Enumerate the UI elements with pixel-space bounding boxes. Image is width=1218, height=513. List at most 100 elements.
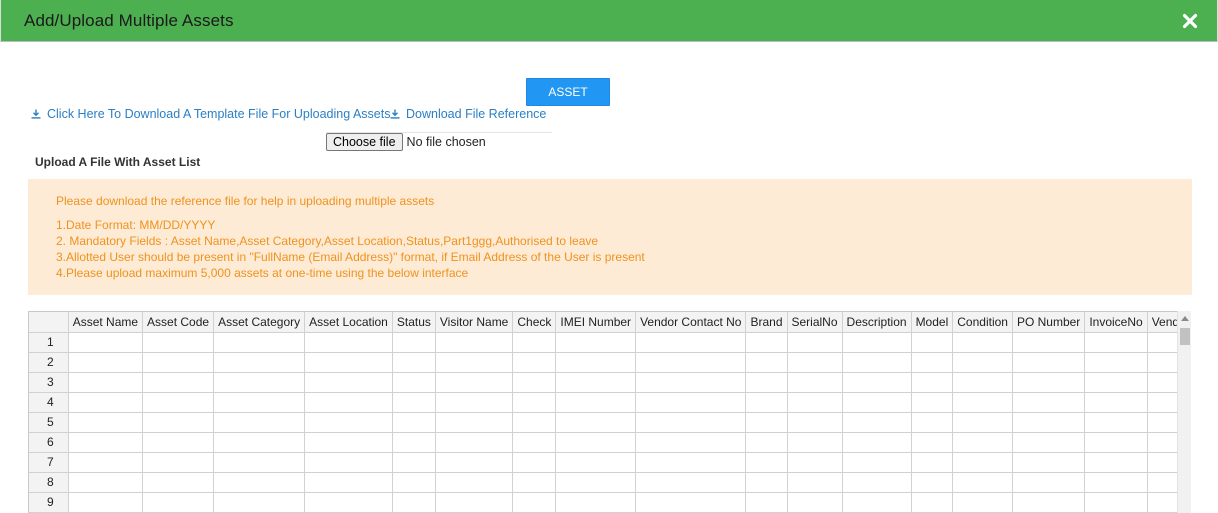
grid-cell[interactable] [911, 452, 954, 473]
grid-cell[interactable] [435, 412, 514, 433]
grid-cell[interactable] [635, 372, 747, 393]
grid-cell[interactable] [392, 412, 436, 433]
grid-cell[interactable] [635, 472, 747, 493]
grid-cell[interactable] [512, 352, 557, 373]
grid-cell[interactable] [555, 332, 637, 353]
download-reference-link[interactable]: Download File Reference [390, 107, 546, 121]
column-header[interactable]: Status [392, 312, 436, 333]
grid-cell[interactable] [213, 392, 306, 413]
column-header[interactable]: Condition [952, 312, 1013, 333]
grid-cell[interactable] [635, 352, 747, 373]
grid-cell[interactable] [392, 492, 436, 513]
column-header[interactable]: Model [911, 312, 954, 333]
column-header[interactable]: Vendor Contact No [635, 312, 747, 333]
grid-cell[interactable] [1084, 332, 1148, 353]
grid-cell[interactable] [1012, 472, 1086, 493]
grid-cell[interactable] [1012, 332, 1086, 353]
grid-cell[interactable] [842, 452, 912, 473]
grid-cell[interactable] [745, 432, 788, 453]
grid-cell[interactable] [512, 412, 557, 433]
grid-cell[interactable] [392, 472, 436, 493]
grid-cell[interactable] [787, 412, 843, 433]
grid-cell[interactable] [952, 432, 1013, 453]
grid-cell[interactable] [952, 372, 1013, 393]
grid-cell[interactable] [1012, 372, 1086, 393]
grid-cell[interactable] [787, 372, 843, 393]
grid-cell[interactable] [1084, 352, 1148, 373]
grid-cell[interactable] [911, 432, 954, 453]
grid-cell[interactable] [68, 412, 144, 433]
grid-cell[interactable] [213, 412, 306, 433]
grid-cell[interactable] [952, 472, 1013, 493]
grid-cell[interactable] [1084, 472, 1148, 493]
column-header[interactable]: SerialNo [787, 312, 843, 333]
grid-cell[interactable] [304, 412, 393, 433]
choose-file-button[interactable]: Choose file [326, 133, 403, 151]
column-header[interactable]: Asset Code [142, 312, 215, 333]
scrollbar-thumb[interactable] [1180, 328, 1190, 345]
grid-cell[interactable] [142, 352, 215, 373]
grid-cell[interactable] [635, 392, 747, 413]
grid-cell[interactable] [512, 392, 557, 413]
grid-cell[interactable] [435, 392, 514, 413]
grid-cell[interactable] [745, 392, 788, 413]
grid-cell[interactable] [142, 392, 215, 413]
grid-cell[interactable] [1012, 412, 1086, 433]
corner-cell[interactable] [29, 312, 69, 333]
column-header[interactable]: IMEI Number [555, 312, 637, 333]
grid-cell[interactable] [745, 372, 788, 393]
grid-cell[interactable] [635, 452, 747, 473]
grid-cell[interactable] [512, 492, 557, 513]
row-header[interactable]: 3 [29, 372, 69, 393]
grid-cell[interactable] [745, 352, 788, 373]
grid-cell[interactable] [435, 352, 514, 373]
row-header[interactable]: 7 [29, 452, 69, 473]
grid-cell[interactable] [142, 452, 215, 473]
grid-cell[interactable] [392, 372, 436, 393]
grid-cell[interactable] [1147, 392, 1177, 413]
row-header[interactable]: 5 [29, 412, 69, 433]
grid-cell[interactable] [555, 372, 637, 393]
grid-cell[interactable] [512, 472, 557, 493]
grid-cell[interactable] [392, 352, 436, 373]
download-template-link[interactable]: Click Here To Download A Template File F… [31, 107, 390, 121]
grid-cell[interactable] [555, 412, 637, 433]
grid-cell[interactable] [911, 492, 954, 513]
grid-cell[interactable] [1147, 472, 1177, 493]
grid-cell[interactable] [68, 432, 144, 453]
row-header[interactable]: 4 [29, 392, 69, 413]
grid-cell[interactable] [435, 372, 514, 393]
grid-cell[interactable] [213, 432, 306, 453]
grid-cell[interactable] [911, 352, 954, 373]
grid-cell[interactable] [952, 492, 1013, 513]
grid-cell[interactable] [213, 352, 306, 373]
grid-cell[interactable] [1147, 492, 1177, 513]
grid-cell[interactable] [842, 472, 912, 493]
row-header[interactable]: 2 [29, 352, 69, 373]
row-header[interactable]: 9 [29, 492, 69, 513]
grid-cell[interactable] [555, 452, 637, 473]
grid-cell[interactable] [745, 472, 788, 493]
grid-cell[interactable] [435, 472, 514, 493]
grid-cell[interactable] [1084, 372, 1148, 393]
grid-cell[interactable] [213, 452, 306, 473]
grid-cell[interactable] [911, 332, 954, 353]
grid-cell[interactable] [68, 492, 144, 513]
spreadsheet-grid[interactable]: Asset Name Asset Code Asset Category Asset … [28, 311, 1177, 513]
grid-cell[interactable] [142, 332, 215, 353]
grid-cell[interactable] [435, 432, 514, 453]
grid-cell[interactable] [142, 412, 215, 433]
grid-cell[interactable] [842, 432, 912, 453]
grid-cell[interactable] [842, 352, 912, 373]
grid-cell[interactable] [213, 372, 306, 393]
grid-cell[interactable] [512, 452, 557, 473]
grid-cell[interactable] [952, 332, 1013, 353]
grid-cell[interactable] [555, 392, 637, 413]
grid-cell[interactable] [213, 492, 306, 513]
grid-cell[interactable] [952, 452, 1013, 473]
column-header[interactable]: InvoiceNo [1084, 312, 1148, 333]
grid-cell[interactable] [142, 432, 215, 453]
grid-cell[interactable] [304, 452, 393, 473]
grid-cell[interactable] [555, 492, 637, 513]
grid-cell[interactable] [1147, 352, 1177, 373]
